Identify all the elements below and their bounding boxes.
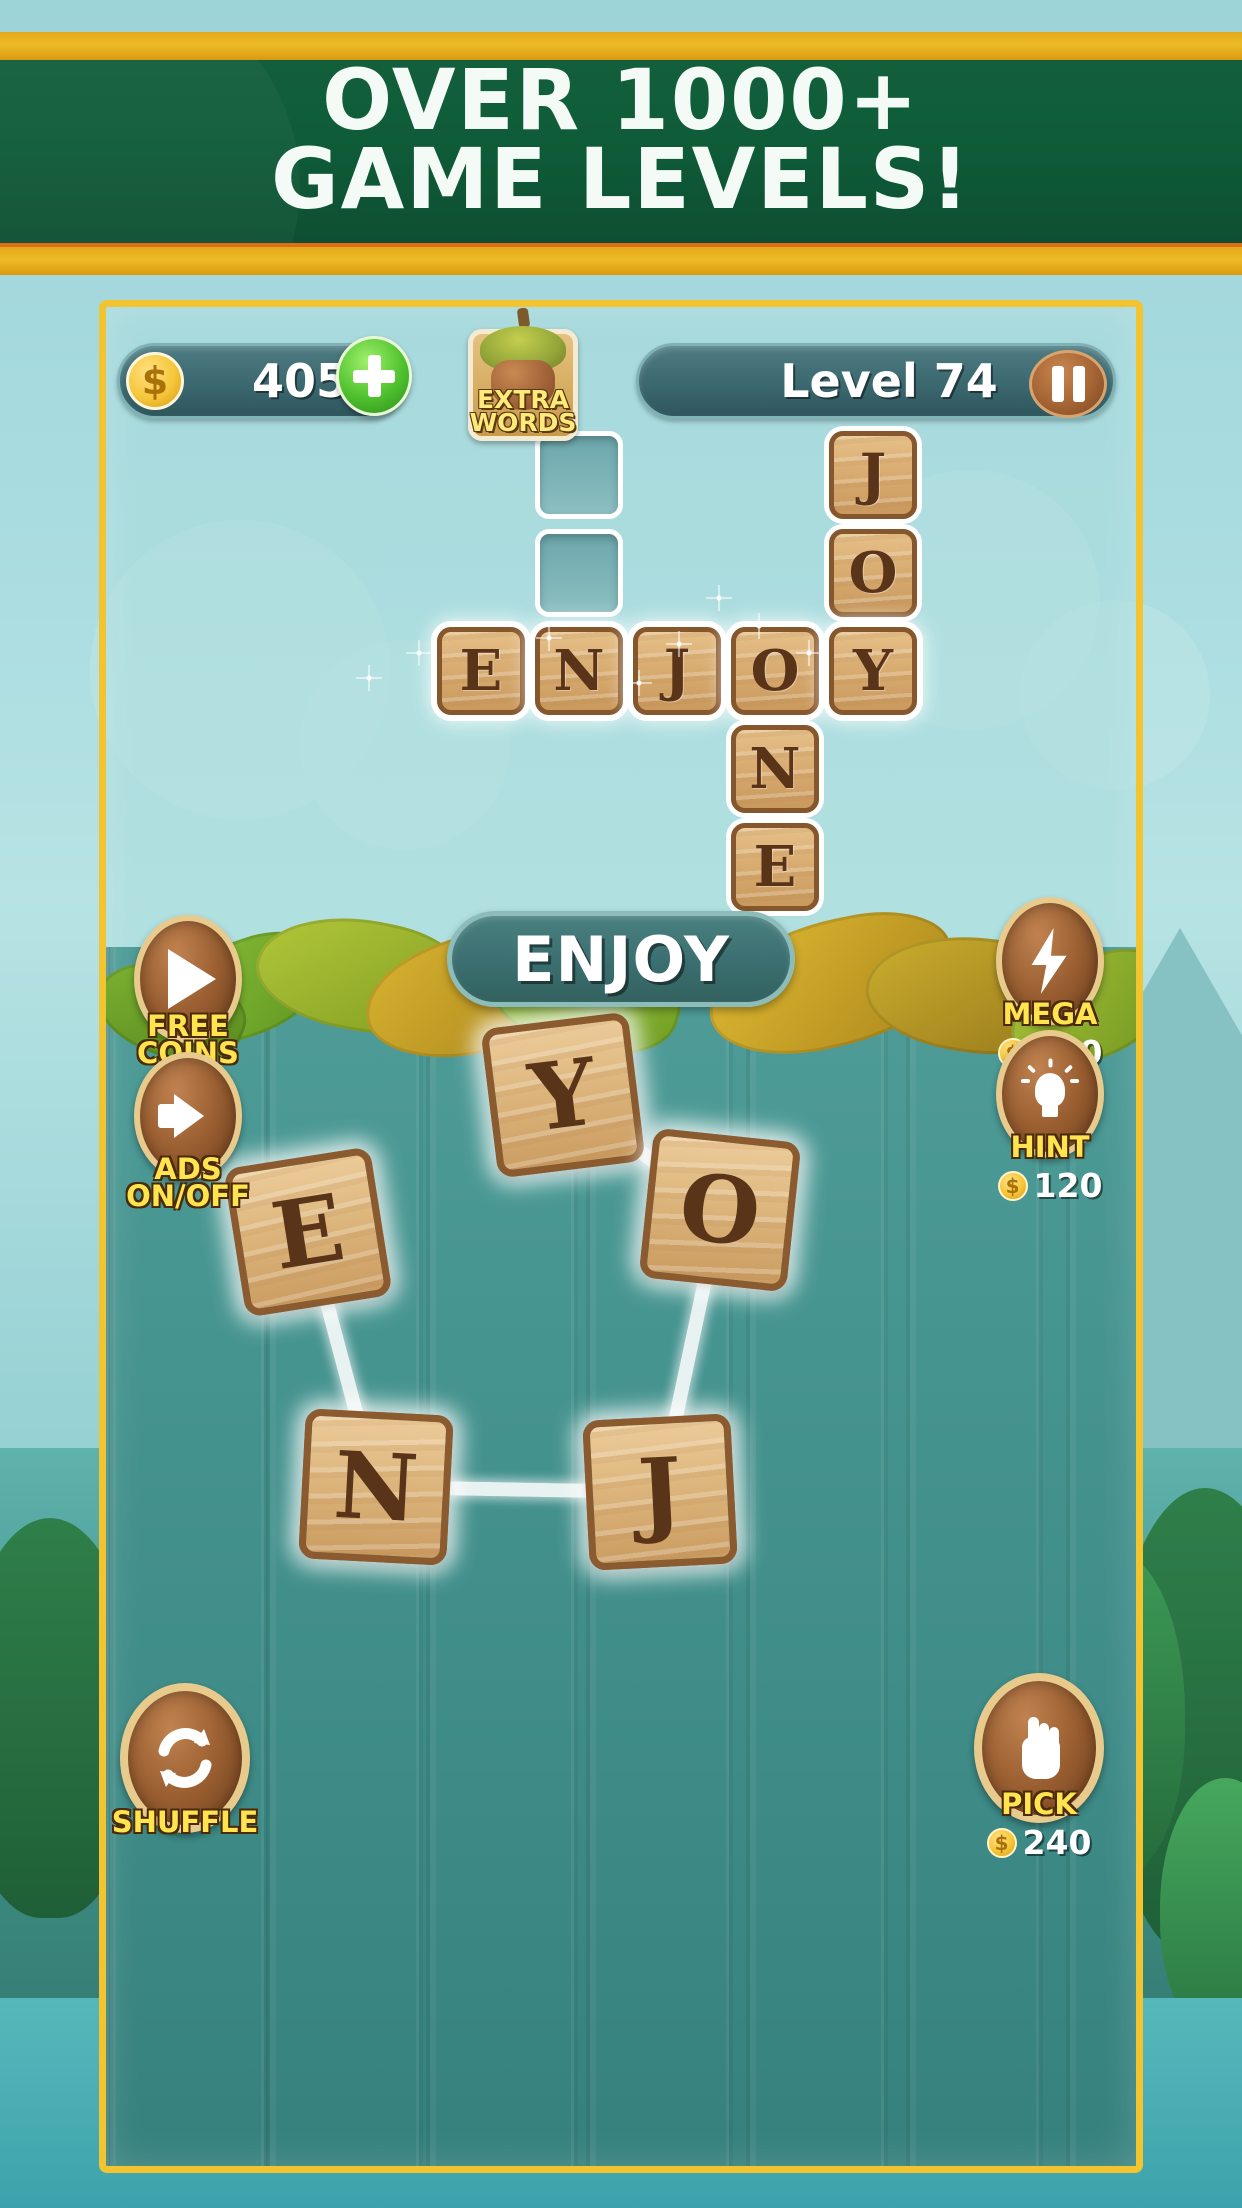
hud-bar: $ 405 EXTRA WORDS Level 74 — [106, 307, 1136, 441]
sparkle-icon — [356, 665, 382, 691]
free-coins-button[interactable]: FREE COINS — [134, 915, 242, 1067]
current-word-bar: ENJOY — [447, 911, 795, 1007]
ads-toggle-button[interactable]: ADS ON/OFF — [126, 1052, 250, 1210]
coin-dollar-icon: $ — [986, 1827, 1017, 1858]
add-coins-button[interactable] — [336, 336, 412, 416]
banner-headline-line-2: GAME LEVELS! — [271, 129, 971, 228]
crossword-letter-tile: N — [731, 725, 819, 813]
banner-headline-line-1: OVER 1000+ — [322, 50, 920, 149]
hint-label: HINT — [1010, 1130, 1090, 1164]
sparkle-icon — [406, 640, 432, 666]
current-word-text: ENJOY — [512, 922, 730, 996]
crossword-empty-cell — [535, 431, 623, 519]
extra-words-label-line-2: WORDS — [469, 408, 577, 437]
plus-icon — [367, 355, 381, 397]
crossword-letter-tile: O — [829, 529, 917, 617]
pause-button[interactable] — [1029, 350, 1107, 418]
wheel-letter-tile[interactable]: N — [298, 1408, 454, 1566]
sparkle-icon — [706, 585, 732, 611]
wheel-letter-tile[interactable]: Y — [480, 1011, 646, 1179]
crossword-letter-tile: O — [731, 627, 819, 715]
crossword-grid: JOENJOYNE — [106, 425, 1136, 955]
hint-price-value: 120 — [1033, 1166, 1103, 1205]
coin-dollar-icon: $ — [997, 1170, 1028, 1201]
pick-button[interactable]: PICK $ 240 — [974, 1673, 1104, 1862]
crossword-letter-tile: J — [829, 431, 917, 519]
crossword-letter-tile: N — [535, 627, 623, 715]
pause-icon — [1051, 366, 1064, 402]
mega-label: MEGA — [1002, 997, 1098, 1031]
pick-price: $ 240 — [942, 1823, 1136, 1862]
promo-banner: OVER 1000+ GAME LEVELS! — [0, 32, 1242, 247]
ads-label-line-2: ON/OFF — [126, 1178, 250, 1213]
shuffle-label: SHUFFLE — [111, 1805, 259, 1839]
coin-dollar-icon: $ — [126, 352, 184, 410]
extra-words-button[interactable]: EXTRA WORDS — [468, 307, 578, 441]
mega-button[interactable]: MEGA $ 650 — [996, 897, 1104, 1072]
crossword-empty-cell — [535, 529, 623, 617]
extra-words-label: EXTRA WORDS — [469, 387, 577, 437]
hint-button[interactable]: HINT $ 120 — [996, 1030, 1104, 1205]
ads-label: ADS ON/OFF — [106, 1155, 274, 1213]
pause-icon — [1072, 366, 1085, 402]
pick-label: PICK — [1001, 1787, 1077, 1821]
banner-bottom-stripe — [0, 247, 1242, 275]
crossword-letter-tile: J — [633, 627, 721, 715]
crossword-letter-tile: E — [731, 823, 819, 911]
crossword-letter-tile: Y — [829, 627, 917, 715]
level-indicator: Level 74 — [636, 343, 1116, 419]
game-frame: $ 405 EXTRA WORDS Level 74 JOENJOY N E E… — [99, 300, 1143, 2173]
banner-top-stripe — [0, 32, 1242, 60]
shuffle-button[interactable]: SHUFFLE — [112, 1683, 258, 1836]
hint-price: $ 120 — [964, 1166, 1136, 1205]
wheel-letter-tile[interactable]: O — [638, 1127, 802, 1293]
crossword-letter-tile: E — [437, 627, 525, 715]
pick-price-value: 240 — [1022, 1823, 1092, 1862]
wheel-letter-tile[interactable]: J — [582, 1413, 738, 1571]
